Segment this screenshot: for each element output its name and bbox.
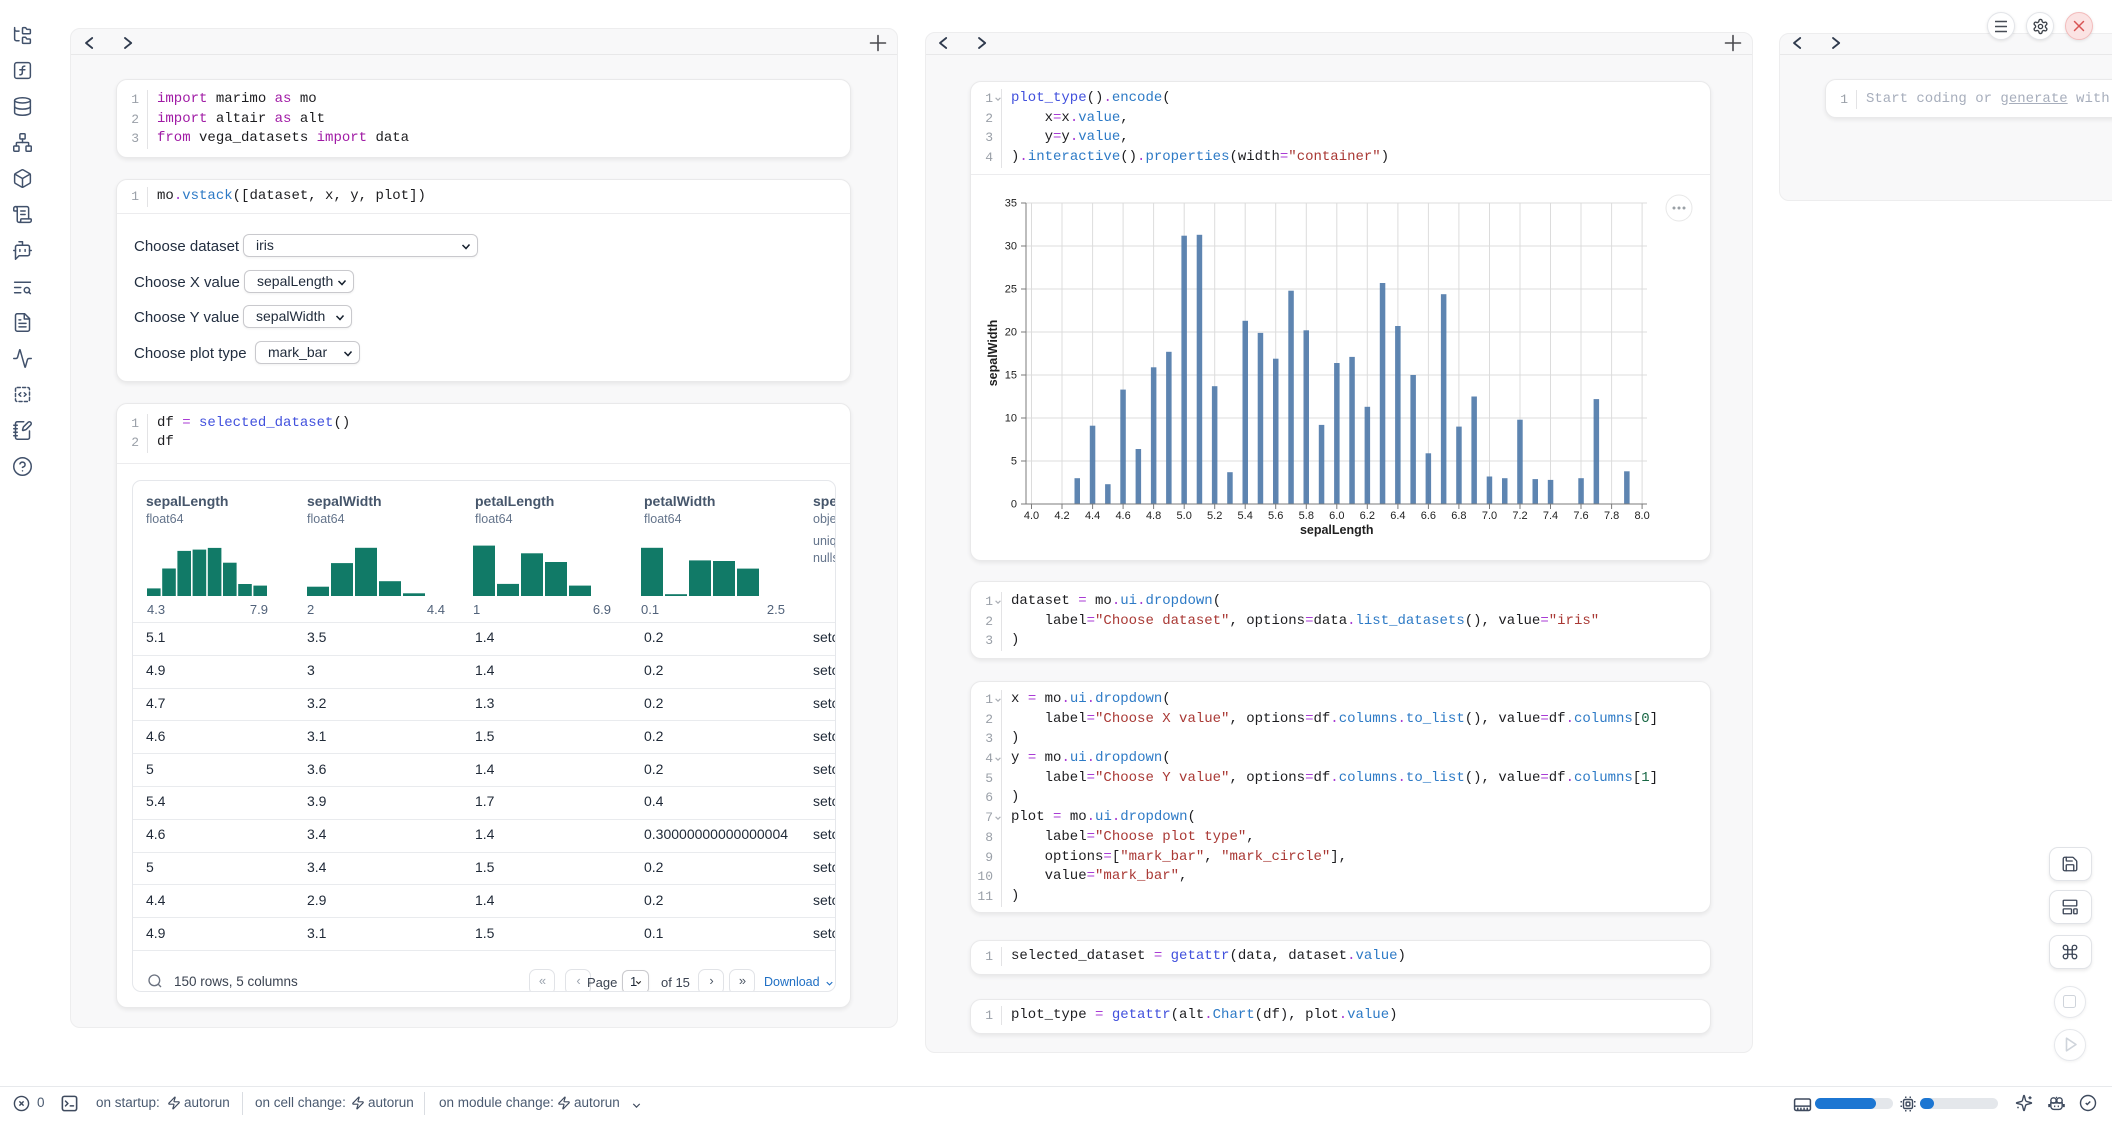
svg-text:7.2: 7.2 xyxy=(1512,510,1527,522)
svg-text:7.4: 7.4 xyxy=(1543,510,1558,522)
svg-text:4.4: 4.4 xyxy=(1085,510,1100,522)
svg-text:6.6: 6.6 xyxy=(1421,510,1436,522)
svg-text:7.8: 7.8 xyxy=(1604,510,1619,522)
svg-text:4.6: 4.6 xyxy=(1115,510,1130,522)
svg-text:4.0: 4.0 xyxy=(1024,510,1039,522)
svg-text:5.2: 5.2 xyxy=(1207,510,1222,522)
svg-text:8.0: 8.0 xyxy=(1634,510,1649,522)
svg-text:6.0: 6.0 xyxy=(1329,510,1344,522)
svg-text:15: 15 xyxy=(1005,370,1017,382)
svg-text:5: 5 xyxy=(1011,456,1017,468)
svg-text:sepalLength: sepalLength xyxy=(1300,523,1374,537)
svg-text:6.4: 6.4 xyxy=(1390,510,1405,522)
svg-text:7.0: 7.0 xyxy=(1482,510,1497,522)
svg-text:7.6: 7.6 xyxy=(1573,510,1588,522)
svg-text:6.8: 6.8 xyxy=(1451,510,1466,522)
svg-text:5.8: 5.8 xyxy=(1299,510,1314,522)
svg-text:35: 35 xyxy=(1005,198,1017,210)
svg-text:30: 30 xyxy=(1005,241,1017,253)
svg-text:10: 10 xyxy=(1005,413,1017,425)
svg-text:20: 20 xyxy=(1005,327,1017,339)
svg-text:6.2: 6.2 xyxy=(1360,510,1375,522)
svg-text:5.4: 5.4 xyxy=(1238,510,1253,522)
svg-text:sepalWidth: sepalWidth xyxy=(986,320,1000,387)
svg-text:5.6: 5.6 xyxy=(1268,510,1283,522)
svg-text:4.2: 4.2 xyxy=(1054,510,1069,522)
svg-text:25: 25 xyxy=(1005,284,1017,296)
svg-text:0: 0 xyxy=(1011,499,1017,511)
svg-text:4.8: 4.8 xyxy=(1146,510,1161,522)
svg-text:5.0: 5.0 xyxy=(1177,510,1192,522)
